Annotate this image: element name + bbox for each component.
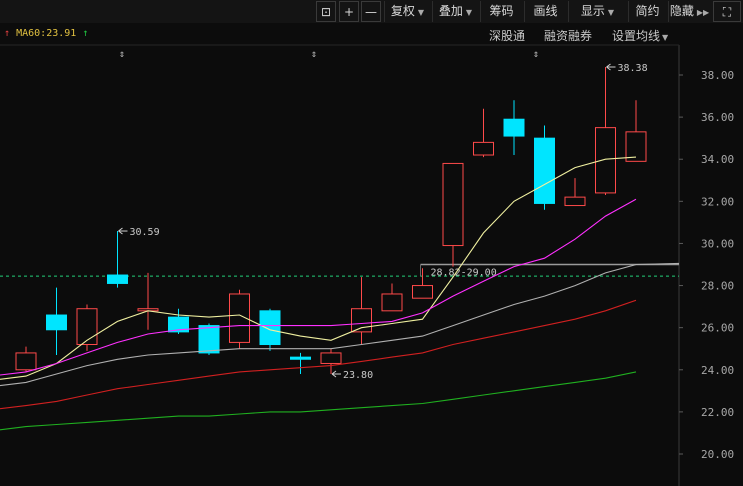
range-band-label: 28.82-29.00 xyxy=(431,268,497,279)
y-tick-label: 26.00 xyxy=(701,322,734,335)
candle-body-up xyxy=(625,131,647,162)
candle-body-up xyxy=(595,127,616,194)
candle-body-down xyxy=(534,137,555,204)
candle-body-down xyxy=(107,274,128,284)
candle-body-down xyxy=(46,314,67,331)
candle-body-up xyxy=(442,162,464,247)
candle-body-up xyxy=(76,308,98,346)
candlestick-chart[interactable]: 38.00 36.00 34.00 32.00 30.00 28.00 26.00 24.00… xyxy=(0,0,743,486)
y-tick-label: 24.00 xyxy=(701,364,734,377)
candle-body-down xyxy=(503,118,525,137)
price-annotation: 38.38 xyxy=(618,63,648,74)
y-tick-label: 28.00 xyxy=(701,280,734,293)
price-annotation: 23.80 xyxy=(343,370,373,381)
y-tick-label: 20.00 xyxy=(701,448,734,461)
y-tick-label: 36.00 xyxy=(701,111,734,124)
candle-body-up xyxy=(15,352,37,371)
candle-body-up xyxy=(320,352,342,364)
candle-body-down xyxy=(290,356,311,360)
candle-body-up xyxy=(473,141,494,156)
candle-body-down xyxy=(259,310,281,346)
event-marker-icon: ⇕ xyxy=(119,49,125,60)
event-marker-icon: ⇕ xyxy=(311,49,317,60)
candle-body-down xyxy=(198,325,220,354)
y-tick-label: 30.00 xyxy=(701,237,734,250)
candle-body-up xyxy=(351,308,372,333)
ma60-line xyxy=(0,371,637,431)
price-annotation: 30.59 xyxy=(130,227,160,238)
y-tick-label: 22.00 xyxy=(701,406,734,419)
candle-body-up xyxy=(564,196,586,207)
event-marker-icon: ⇕ xyxy=(533,49,539,60)
candle-body-up xyxy=(381,293,403,312)
y-tick-label: 38.00 xyxy=(701,69,734,82)
y-tick-label: 34.00 xyxy=(701,153,734,166)
y-tick-label: 32.00 xyxy=(701,195,734,208)
candle-body-up xyxy=(412,285,433,299)
